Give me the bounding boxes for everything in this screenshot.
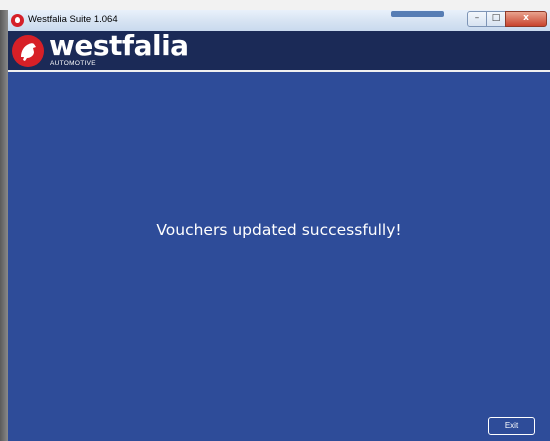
window-title: Westfalia Suite 1.064 bbox=[28, 14, 118, 25]
maximize-button[interactable]: □ bbox=[486, 11, 506, 27]
logo-subtitle: AUTOMOTIVE bbox=[50, 60, 96, 67]
westfalia-horse-logo-icon bbox=[12, 35, 44, 67]
close-button[interactable]: x bbox=[505, 11, 547, 27]
app-window: Westfalia Suite 1.064 – □ x westfalia AU… bbox=[8, 10, 550, 441]
title-bar-highlight bbox=[391, 11, 444, 17]
app-header: westfalia AUTOMOTIVE bbox=[8, 29, 550, 72]
screen-top-edge bbox=[0, 0, 550, 10]
main-panel: Vouchers updated successfully! Exit bbox=[8, 72, 550, 441]
success-message: Vouchers updated successfully! bbox=[156, 221, 402, 239]
minimize-button[interactable]: – bbox=[467, 11, 487, 27]
exit-button[interactable]: Exit bbox=[488, 417, 535, 435]
app-icon[interactable] bbox=[11, 14, 24, 27]
logo-wordmark: westfalia bbox=[49, 29, 189, 62]
screen-left-edge bbox=[0, 10, 8, 441]
